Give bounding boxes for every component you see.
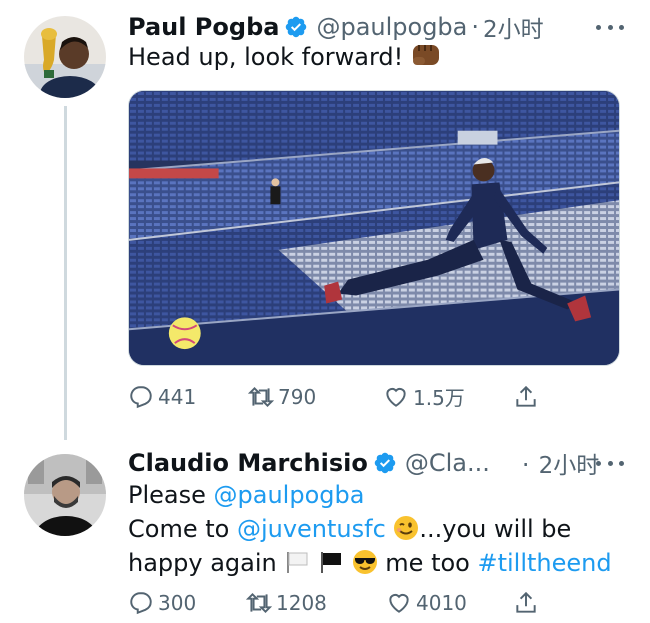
mention-link[interactable]: @juventusfc — [237, 515, 386, 543]
tweet-marchisio[interactable]: Claudio Marchisio @Cla... · 2小时 Please @… — [0, 440, 650, 623]
avatar-pogba[interactable] — [24, 16, 106, 98]
separator-dot: · — [471, 13, 480, 41]
fist-emoji — [412, 45, 439, 65]
hashtag-link[interactable]: #tilltheend — [477, 549, 611, 577]
retweet-icon — [246, 592, 272, 614]
tweet-pogba[interactable]: Paul Pogba @paulpogba · 2小时 Head up, loo… — [0, 0, 650, 440]
tweet-line-1: Please @paulpogba — [128, 478, 612, 512]
author-name[interactable]: Claudio Marchisio — [128, 449, 368, 477]
verified-badge-icon — [286, 16, 307, 38]
mention-link[interactable]: @paulpogba — [214, 481, 365, 509]
more-options-icon[interactable] — [596, 20, 624, 34]
author-handle[interactable]: @paulpogba — [316, 13, 467, 41]
tweet-line-3: happy again me too #tilltheend — [128, 546, 612, 580]
text-segment: Come to — [128, 515, 237, 543]
sunglasses-face-emoji — [352, 550, 377, 574]
tweet-photo[interactable] — [128, 90, 620, 366]
text-segment: me too — [377, 549, 478, 577]
retweet-count: 1208 — [276, 591, 327, 615]
tweet-header: Claudio Marchisio @Cla... · 2小时 — [128, 446, 599, 480]
tweet-header: Paul Pogba @paulpogba · 2小时 — [128, 10, 544, 44]
timestamp[interactable]: 2小时 — [539, 453, 600, 479]
like-icon — [389, 593, 409, 613]
text-segment: happy again — [128, 549, 277, 577]
author-name[interactable]: Paul Pogba — [128, 13, 279, 41]
share-icon — [516, 591, 536, 613]
author-handle[interactable]: @Cla... — [405, 449, 490, 477]
reply-icon — [130, 385, 152, 408]
verified-badge-icon — [374, 452, 396, 474]
black-flag-emoji — [321, 552, 342, 573]
tweet-actions: 441 790 1.5万 — [128, 382, 543, 411]
reply-icon — [130, 592, 152, 615]
tweet-line-2: Come to @juventusfc ...you will be — [128, 512, 612, 546]
timestamp[interactable]: 2小时 — [483, 10, 544, 44]
reply-button[interactable]: 441 — [128, 384, 248, 410]
text-segment: ...you will be — [419, 515, 572, 543]
separator-dot: · — [521, 451, 530, 479]
tweet-body: Head up, look forward! — [128, 43, 404, 71]
thread-line — [64, 106, 67, 440]
reply-count: 441 — [158, 384, 197, 409]
reply-button[interactable]: 300 — [128, 590, 246, 616]
like-button[interactable]: 1.5万 — [383, 382, 513, 411]
white-flag-emoji — [287, 552, 308, 573]
retweet-icon — [248, 386, 274, 407]
share-icon — [516, 385, 536, 407]
like-count: 1.5万 — [413, 386, 465, 410]
retweet-button[interactable]: 790 — [248, 384, 383, 410]
like-button[interactable]: 4010 — [386, 590, 513, 616]
text-segment: Please — [128, 481, 214, 509]
retweet-button[interactable]: 1208 — [246, 590, 386, 616]
retweet-count: 790 — [278, 384, 317, 409]
share-button[interactable] — [513, 384, 543, 410]
more-options-icon[interactable] — [596, 456, 624, 470]
winking-face-emoji — [394, 516, 419, 540]
tweet-text: Please @paulpogba Come to @juventusfc ..… — [128, 478, 612, 580]
time-wrap: · 2小时 — [518, 446, 599, 480]
share-button[interactable] — [513, 590, 543, 616]
reply-count: 300 — [158, 591, 197, 615]
like-count: 4010 — [416, 591, 467, 615]
tweet-text: Head up, look forward! — [128, 40, 443, 74]
tweet-actions: 300 1208 4010 — [128, 590, 543, 616]
like-icon — [386, 387, 406, 407]
avatar-marchisio[interactable] — [24, 454, 106, 536]
